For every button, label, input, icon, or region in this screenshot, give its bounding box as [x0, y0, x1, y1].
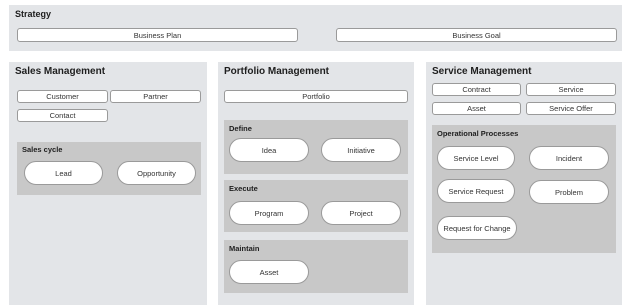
maintain-title: Maintain [229, 244, 260, 253]
service-management-panel: Service Management Contract Service Asse… [426, 62, 622, 305]
program-node[interactable]: Program [229, 201, 309, 225]
lead-node[interactable]: Lead [24, 161, 103, 185]
problem-node[interactable]: Problem [529, 180, 609, 204]
partner-box[interactable]: Partner [110, 90, 201, 103]
portfolio-box[interactable]: Portfolio [224, 90, 408, 103]
define-title: Define [229, 124, 252, 133]
maintain-group: Maintain Asset [224, 240, 408, 293]
execute-group: Execute Program Project [224, 180, 408, 232]
business-goal-box[interactable]: Business Goal [336, 28, 617, 42]
request-for-change-node[interactable]: Request for Change [437, 216, 517, 240]
asset-box[interactable]: Asset [432, 102, 521, 115]
idea-node[interactable]: Idea [229, 138, 309, 162]
service-box[interactable]: Service [526, 83, 616, 96]
sales-cycle-title: Sales cycle [22, 145, 63, 154]
customer-box[interactable]: Customer [17, 90, 108, 103]
sales-cycle-group: Sales cycle Lead Opportunity [17, 142, 201, 195]
sales-management-title: Sales Management [15, 66, 106, 77]
strategy-panel: Strategy Business Plan Business Goal [9, 5, 622, 51]
service-level-node[interactable]: Service Level [437, 146, 515, 170]
initiative-node[interactable]: Initiative [321, 138, 401, 162]
business-plan-box[interactable]: Business Plan [17, 28, 298, 42]
portfolio-management-title: Portfolio Management [224, 66, 330, 77]
strategy-title: Strategy [15, 9, 52, 19]
opportunity-node[interactable]: Opportunity [117, 161, 196, 185]
sales-management-panel: Sales Management Customer Partner Contac… [9, 62, 207, 305]
incident-node[interactable]: Incident [529, 146, 609, 170]
service-request-node[interactable]: Service Request [437, 179, 515, 203]
contract-box[interactable]: Contract [432, 83, 521, 96]
execute-title: Execute [229, 184, 258, 193]
define-group: Define Idea Initiative [224, 120, 408, 174]
operational-processes-group: Operational Processes Service Level Inci… [432, 125, 616, 253]
asset-node[interactable]: Asset [229, 260, 309, 284]
project-node[interactable]: Project [321, 201, 401, 225]
contact-box[interactable]: Contact [17, 109, 108, 122]
service-offer-box[interactable]: Service Offer [526, 102, 616, 115]
service-management-title: Service Management [432, 66, 532, 77]
portfolio-management-panel: Portfolio Management Portfolio Define Id… [218, 62, 414, 305]
operational-processes-title: Operational Processes [437, 129, 519, 138]
